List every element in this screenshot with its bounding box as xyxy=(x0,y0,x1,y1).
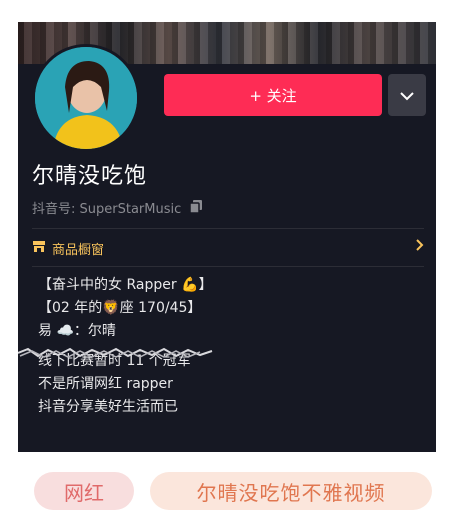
divider xyxy=(32,228,424,229)
copy-icon[interactable] xyxy=(189,199,203,217)
obscured-text-scribble xyxy=(18,345,218,359)
shop-icon xyxy=(32,240,46,257)
bio-line: 易 ☁️：尔晴 xyxy=(38,323,116,339)
douyin-id-text: 抖音号: SuperStarMusic xyxy=(32,202,182,217)
follow-button[interactable]: + 关注 xyxy=(164,74,382,116)
bio-line: 抖音分享美好生活而已 xyxy=(38,399,178,415)
bio-line: 【02 年的🦁座 170/45】 xyxy=(38,300,202,316)
douyin-id: 抖音号: SuperStarMusic xyxy=(32,198,203,217)
follow-button-label: + 关注 xyxy=(249,86,297,105)
divider xyxy=(32,266,424,267)
profile-card: + 关注 尔晴没吃饱 抖音号: SuperStarMusic 商品橱窗 【奋斗中… xyxy=(18,22,436,452)
tag-row: 网红 尔晴没吃饱不雅视频 xyxy=(18,466,436,514)
shop-window-label: 商品橱窗 xyxy=(52,242,105,258)
avatar[interactable] xyxy=(32,44,140,152)
shop-window-row[interactable]: 商品橱窗 xyxy=(32,236,424,260)
bio-line: 不是所谓网红 rapper xyxy=(38,376,173,392)
tag-pill[interactable]: 尔晴没吃饱不雅视频 xyxy=(150,472,432,510)
tag-pill[interactable]: 网红 xyxy=(34,472,134,510)
profile-name: 尔晴没吃饱 xyxy=(32,164,148,189)
more-options-button[interactable] xyxy=(388,74,426,116)
chevron-right-icon xyxy=(416,239,424,255)
bio-line: 【奋斗中的女 Rapper 💪】 xyxy=(38,277,213,293)
chevron-down-icon xyxy=(400,86,414,105)
